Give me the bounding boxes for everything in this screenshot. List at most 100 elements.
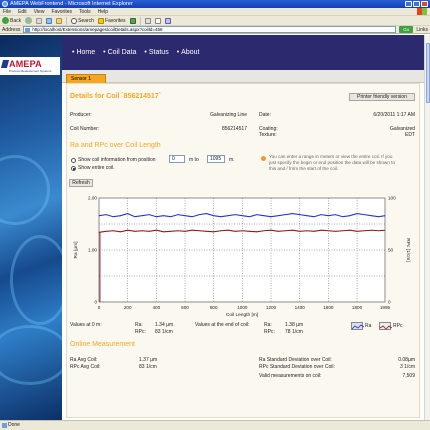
data-point-ra xyxy=(335,230,336,232)
date-label: Date: xyxy=(259,112,271,118)
stop-icon[interactable] xyxy=(36,17,43,24)
address-input[interactable]: http://localhost/Extensions/amepages/coi… xyxy=(23,26,397,33)
data-point-rpc xyxy=(191,216,193,218)
data-point-ra xyxy=(170,230,172,232)
nav-about[interactable]: • About xyxy=(177,49,200,56)
y-left-axis-label: Ra [µm] xyxy=(73,242,79,259)
minimize-icon[interactable] xyxy=(405,1,412,7)
go-button[interactable]: Go xyxy=(399,26,414,33)
valid-measurements-value: 7,509 xyxy=(402,373,415,379)
decorative-banner xyxy=(0,35,70,420)
refresh-button[interactable]: Refresh xyxy=(69,179,93,187)
menu-bar: File Edit View Favorites Tools Help xyxy=(0,8,430,16)
x-tick-label: 1400 xyxy=(295,305,306,310)
nav-home[interactable]: • Home xyxy=(72,49,95,56)
range-to-input[interactable]: 1095 xyxy=(207,155,225,163)
end-ra-label: Ra: xyxy=(264,322,272,328)
menu-view[interactable]: View xyxy=(34,8,45,15)
legend-ra-swatch xyxy=(351,322,365,330)
maximize-icon[interactable] xyxy=(413,1,420,7)
rpc-avg-value: 83 1/cm xyxy=(139,364,157,370)
menu-edit[interactable]: Edit xyxy=(18,8,27,15)
decor-swirl xyxy=(0,325,70,385)
date-value: 6/20/2011 1:17 AM xyxy=(373,112,415,118)
data-point-rpc xyxy=(378,216,379,218)
data-point-ra xyxy=(105,230,107,232)
data-point-ra xyxy=(163,231,164,233)
history-icon[interactable] xyxy=(129,17,136,24)
data-point-ra xyxy=(148,230,150,232)
edit-icon[interactable] xyxy=(164,17,171,24)
data-point-rpc xyxy=(320,214,322,216)
ra-std-label: Ra Standard Deviation over Coil: xyxy=(259,357,332,363)
menu-tools[interactable]: Tools xyxy=(79,8,91,15)
radio-range[interactable] xyxy=(71,158,76,163)
data-point-rpc xyxy=(234,214,236,216)
mail-icon[interactable] xyxy=(144,17,151,24)
print-icon[interactable] xyxy=(154,17,161,24)
logo-text: AMEPA xyxy=(9,59,42,69)
y-left-tick-label: 1.00 xyxy=(88,248,97,253)
data-point-ra xyxy=(198,230,200,232)
printer-friendly-button[interactable]: Printer friendly version xyxy=(349,93,415,101)
favorites-button[interactable]: Favorites xyxy=(97,17,126,25)
y-right-tick-label: 0 xyxy=(388,300,391,305)
scrollbar-thumb[interactable] xyxy=(426,43,430,103)
radio-entire-coil[interactable] xyxy=(71,166,76,171)
forward-button[interactable] xyxy=(25,17,33,25)
coil-details-panel: Details for Coil `856214517` Printer fri… xyxy=(66,83,420,418)
data-point-ra xyxy=(184,230,186,232)
end-rpc-label: RPc: xyxy=(264,329,275,335)
data-point-ra xyxy=(277,230,279,232)
refresh-icon[interactable] xyxy=(46,17,53,24)
start-rpc-label: RPc: xyxy=(135,329,146,335)
data-point-ra xyxy=(191,229,193,231)
tab-sensor-1[interactable]: Sensor 1 xyxy=(66,74,106,83)
toolbar-divider xyxy=(139,16,141,25)
data-point-ra xyxy=(177,230,179,232)
data-point-ra xyxy=(213,231,215,233)
start-ra-label: Ra: xyxy=(135,322,143,328)
menu-help[interactable]: Help xyxy=(98,8,108,15)
end-ra-value: 1.38 µm xyxy=(285,322,304,328)
data-point-ra xyxy=(342,230,344,232)
data-point-rpc xyxy=(170,216,172,218)
nav-coil-data[interactable]: • Coil Data xyxy=(103,49,136,56)
range-heading: Ra and RPc over Coil Length xyxy=(70,142,161,149)
producer-value: Galvanizing Line xyxy=(210,112,247,118)
close-icon[interactable] xyxy=(421,1,428,7)
links-label[interactable]: Links xyxy=(416,27,428,33)
amepa-logo[interactable]: AMEPA Process Measurement Systems xyxy=(0,57,60,75)
x-tick-label: 200 xyxy=(124,305,132,310)
forward-arrow-icon xyxy=(25,17,33,24)
search-button[interactable]: Search xyxy=(71,17,94,25)
data-point-ra xyxy=(98,231,100,233)
legend-rpc-swatch xyxy=(379,322,393,330)
main-content: Sensor 1 Details for Coil `856214517` Pr… xyxy=(62,70,424,420)
home-icon[interactable] xyxy=(56,17,63,24)
data-point-ra xyxy=(141,230,143,232)
data-point-ra xyxy=(370,229,372,231)
nav-status[interactable]: • Status xyxy=(144,49,168,56)
end-values-label: Values at the end of coil: xyxy=(195,322,250,328)
menu-favorites[interactable]: Favorites xyxy=(51,8,72,15)
data-point-rpc xyxy=(148,214,150,216)
data-point-rpc xyxy=(213,215,215,217)
y-left-tick-label: 0 xyxy=(94,300,97,305)
vertical-scrollbar[interactable] xyxy=(424,35,430,420)
back-button[interactable]: Back xyxy=(2,17,21,25)
data-point-rpc xyxy=(206,213,207,214)
range-from-input[interactable]: 0 xyxy=(169,155,185,163)
logo-subtitle: Process Measurement Systems xyxy=(9,69,52,73)
data-point-rpc xyxy=(112,216,114,218)
coil-number-label: Coil Number: xyxy=(70,126,100,132)
data-point-ra xyxy=(256,231,258,233)
data-point-ra xyxy=(263,230,265,232)
menu-file[interactable]: File xyxy=(3,8,11,15)
rpc-avg-label: RPc Avg Coil: xyxy=(70,364,101,370)
online-heading: Online Measurement xyxy=(70,341,135,348)
data-point-rpc xyxy=(370,215,372,217)
data-point-rpc xyxy=(220,216,222,218)
data-point-rpc xyxy=(198,214,200,216)
data-point-rpc xyxy=(299,214,301,216)
